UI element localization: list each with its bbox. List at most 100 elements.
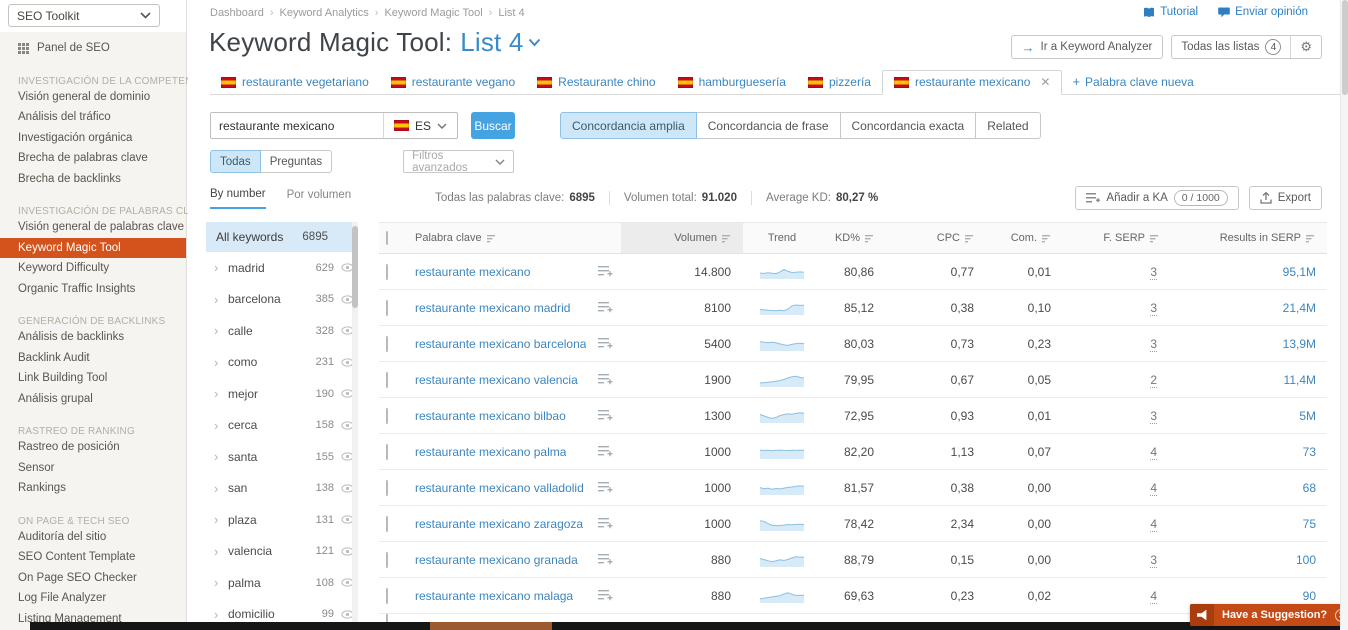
breadcrumb-item-keyword-magic-tool[interactable]: Keyword Magic Tool bbox=[384, 7, 482, 19]
match-type-concordancia-amplia[interactable]: Concordancia amplia bbox=[560, 112, 697, 139]
eye-icon[interactable] bbox=[334, 578, 354, 587]
group-row-cerca[interactable]: › cerca 158 bbox=[206, 410, 358, 442]
keyword-link[interactable]: restaurante mexicano bbox=[415, 265, 530, 279]
country-selector[interactable]: ES bbox=[383, 113, 457, 138]
keyword-link[interactable]: restaurante mexicano valencia bbox=[415, 373, 578, 387]
results-link[interactable]: 21,4M bbox=[1283, 301, 1316, 315]
eye-icon[interactable] bbox=[334, 389, 354, 398]
keyword-link[interactable]: restaurante mexicano bilbao bbox=[415, 409, 566, 423]
sidebar-item-log-file-analyzer[interactable]: Log File Analyzer bbox=[0, 588, 186, 609]
eye-icon[interactable] bbox=[334, 484, 354, 493]
column-header-volumen[interactable]: Volumen bbox=[621, 223, 743, 253]
results-link[interactable]: 73 bbox=[1303, 445, 1316, 459]
group-row-plaza[interactable]: › plaza 131 bbox=[206, 504, 358, 536]
fserp-link[interactable]: 4 bbox=[1150, 588, 1157, 604]
sidebar-item-rastreo-de-posicion[interactable]: Rastreo de posición bbox=[0, 437, 186, 458]
fserp-link[interactable]: 3 bbox=[1150, 300, 1157, 316]
sidebar-item-panel-de-seo[interactable]: Panel de SEO bbox=[0, 38, 186, 59]
fserp-link[interactable]: 3 bbox=[1150, 336, 1157, 352]
group-row-san[interactable]: › san 138 bbox=[206, 473, 358, 505]
group-row-barcelona[interactable]: › barcelona 385 bbox=[206, 284, 358, 316]
row-checkbox[interactable] bbox=[386, 479, 388, 496]
eye-icon[interactable] bbox=[334, 515, 354, 524]
results-link[interactable]: 100 bbox=[1296, 553, 1316, 567]
match-type-concordancia-de-frase[interactable]: Concordancia de frase bbox=[695, 112, 841, 139]
keyword-link[interactable]: restaurante mexicano malaga bbox=[415, 589, 573, 603]
add-to-list-icon[interactable] bbox=[598, 338, 621, 349]
advanced-filters-dropdown[interactable]: Filtros avanzados bbox=[403, 150, 515, 174]
sidebar-item-seo-content-template[interactable]: SEO Content Template bbox=[0, 547, 186, 568]
fserp-link[interactable]: 3 bbox=[1150, 264, 1157, 280]
sidebar-item-investigacion-organica[interactable]: Investigación orgánica bbox=[0, 128, 186, 149]
results-link[interactable]: 75 bbox=[1303, 517, 1316, 531]
close-icon[interactable]: ✕ bbox=[1040, 75, 1050, 89]
page-scrollbar-thumb[interactable] bbox=[1342, 0, 1348, 95]
match-type-related[interactable]: Related bbox=[975, 112, 1041, 139]
add-to-list-icon[interactable] bbox=[598, 590, 621, 601]
eye-icon[interactable] bbox=[334, 421, 354, 430]
sidebar-item-analisis-grupal[interactable]: Análisis grupal bbox=[0, 389, 186, 410]
page-scrollbar[interactable] bbox=[1340, 0, 1348, 630]
eye-icon[interactable] bbox=[334, 547, 354, 556]
select-all-checkbox[interactable] bbox=[386, 231, 388, 245]
row-checkbox[interactable] bbox=[386, 263, 388, 280]
column-header-kd[interactable]: KD% bbox=[821, 223, 886, 253]
add-to-list-icon[interactable] bbox=[598, 302, 621, 313]
group-all-keywords[interactable]: All keywords 6895 bbox=[206, 222, 358, 252]
groups-scrollbar-thumb[interactable] bbox=[352, 226, 358, 308]
add-to-list-icon[interactable] bbox=[598, 266, 621, 277]
add-to-list-icon[interactable] bbox=[598, 410, 621, 421]
add-to-list-icon[interactable] bbox=[598, 554, 621, 565]
eye-icon[interactable] bbox=[334, 452, 354, 461]
keyword-tab-hamburgueseria[interactable]: hamburguesería bbox=[667, 71, 797, 94]
sidebar-item-analisis-de-backlinks[interactable]: Análisis de backlinks bbox=[0, 327, 186, 348]
keyword-tab-pizzeria[interactable]: pizzería bbox=[797, 71, 882, 94]
sidebar-item-keyword-magic-tool[interactable]: Keyword Magic Tool bbox=[0, 237, 186, 258]
column-header-cpc[interactable]: CPC bbox=[886, 223, 986, 253]
quick-filter-preguntas[interactable]: Preguntas bbox=[259, 150, 333, 173]
column-header-palabra-clave[interactable]: Palabra clave bbox=[415, 223, 621, 253]
keyword-link[interactable]: restaurante mexicano valladolid bbox=[415, 481, 584, 495]
row-checkbox[interactable] bbox=[386, 371, 388, 388]
results-link[interactable]: 68 bbox=[1303, 481, 1316, 495]
sort-tab-by-volume[interactable]: Por volumen bbox=[287, 189, 352, 208]
fserp-link[interactable]: 2 bbox=[1150, 372, 1157, 388]
sidebar-item-brecha-de-backlinks[interactable]: Brecha de backlinks bbox=[0, 169, 186, 190]
row-checkbox[interactable] bbox=[386, 335, 388, 352]
sidebar-item-sensor[interactable]: Sensor bbox=[0, 458, 186, 479]
keyword-link[interactable]: restaurante mexicano granada bbox=[415, 553, 578, 567]
eye-icon[interactable] bbox=[334, 610, 354, 619]
keyword-link[interactable]: restaurante mexicano madrid bbox=[415, 301, 570, 315]
export-button[interactable]: Export bbox=[1248, 186, 1322, 210]
add-to-list-icon[interactable] bbox=[598, 482, 621, 493]
search-input[interactable] bbox=[211, 113, 383, 138]
column-header-f-serp[interactable]: F. SERP bbox=[1063, 223, 1171, 253]
row-checkbox[interactable] bbox=[386, 443, 388, 460]
results-link[interactable]: 95,1M bbox=[1283, 265, 1316, 279]
toolkit-selector[interactable]: SEO Toolkit bbox=[8, 4, 160, 27]
sidebar-item-backlink-audit[interactable]: Backlink Audit bbox=[0, 348, 186, 369]
keyword-tab-restaurante-mexicano[interactable]: restaurante mexicano ✕ bbox=[881, 70, 1063, 95]
fserp-link[interactable]: 4 bbox=[1150, 516, 1157, 532]
row-checkbox[interactable] bbox=[386, 551, 388, 568]
row-checkbox[interactable] bbox=[386, 407, 388, 424]
sidebar-item-rankings[interactable]: Rankings bbox=[0, 478, 186, 499]
keyword-tab-restaurante-vegetariano[interactable]: restaurante vegetariano bbox=[210, 71, 380, 94]
sidebar-item-brecha-de-palabras-clave[interactable]: Brecha de palabras clave bbox=[0, 148, 186, 169]
quick-filter-todas[interactable]: Todas bbox=[210, 150, 261, 173]
results-link[interactable]: 5M bbox=[1299, 409, 1316, 423]
sidebar-item-analisis-del-trafico[interactable]: Análisis del tráfico bbox=[0, 107, 186, 128]
fserp-link[interactable]: 4 bbox=[1150, 444, 1157, 460]
breadcrumb-item-keyword-analytics[interactable]: Keyword Analytics bbox=[280, 7, 369, 19]
lists-settings-button[interactable]: ⚙ bbox=[1291, 36, 1321, 58]
row-checkbox[interactable] bbox=[386, 587, 388, 604]
fserp-link[interactable]: 3 bbox=[1150, 552, 1157, 568]
new-keyword-tab-button[interactable]: + Palabra clave nueva bbox=[1062, 70, 1203, 94]
row-checkbox[interactable] bbox=[386, 614, 388, 622]
all-lists-button[interactable]: Todas las listas 4 bbox=[1172, 36, 1290, 58]
sidebar-item-auditoria-del-sitio[interactable]: Auditoría del sitio bbox=[0, 527, 186, 548]
fserp-link[interactable]: 3 bbox=[1150, 408, 1157, 424]
eye-icon[interactable] bbox=[334, 263, 354, 272]
feedback-link[interactable]: Enviar opinión bbox=[1218, 6, 1308, 18]
go-to-keyword-analyzer-button[interactable]: → Ir a Keyword Analyzer bbox=[1010, 35, 1164, 59]
